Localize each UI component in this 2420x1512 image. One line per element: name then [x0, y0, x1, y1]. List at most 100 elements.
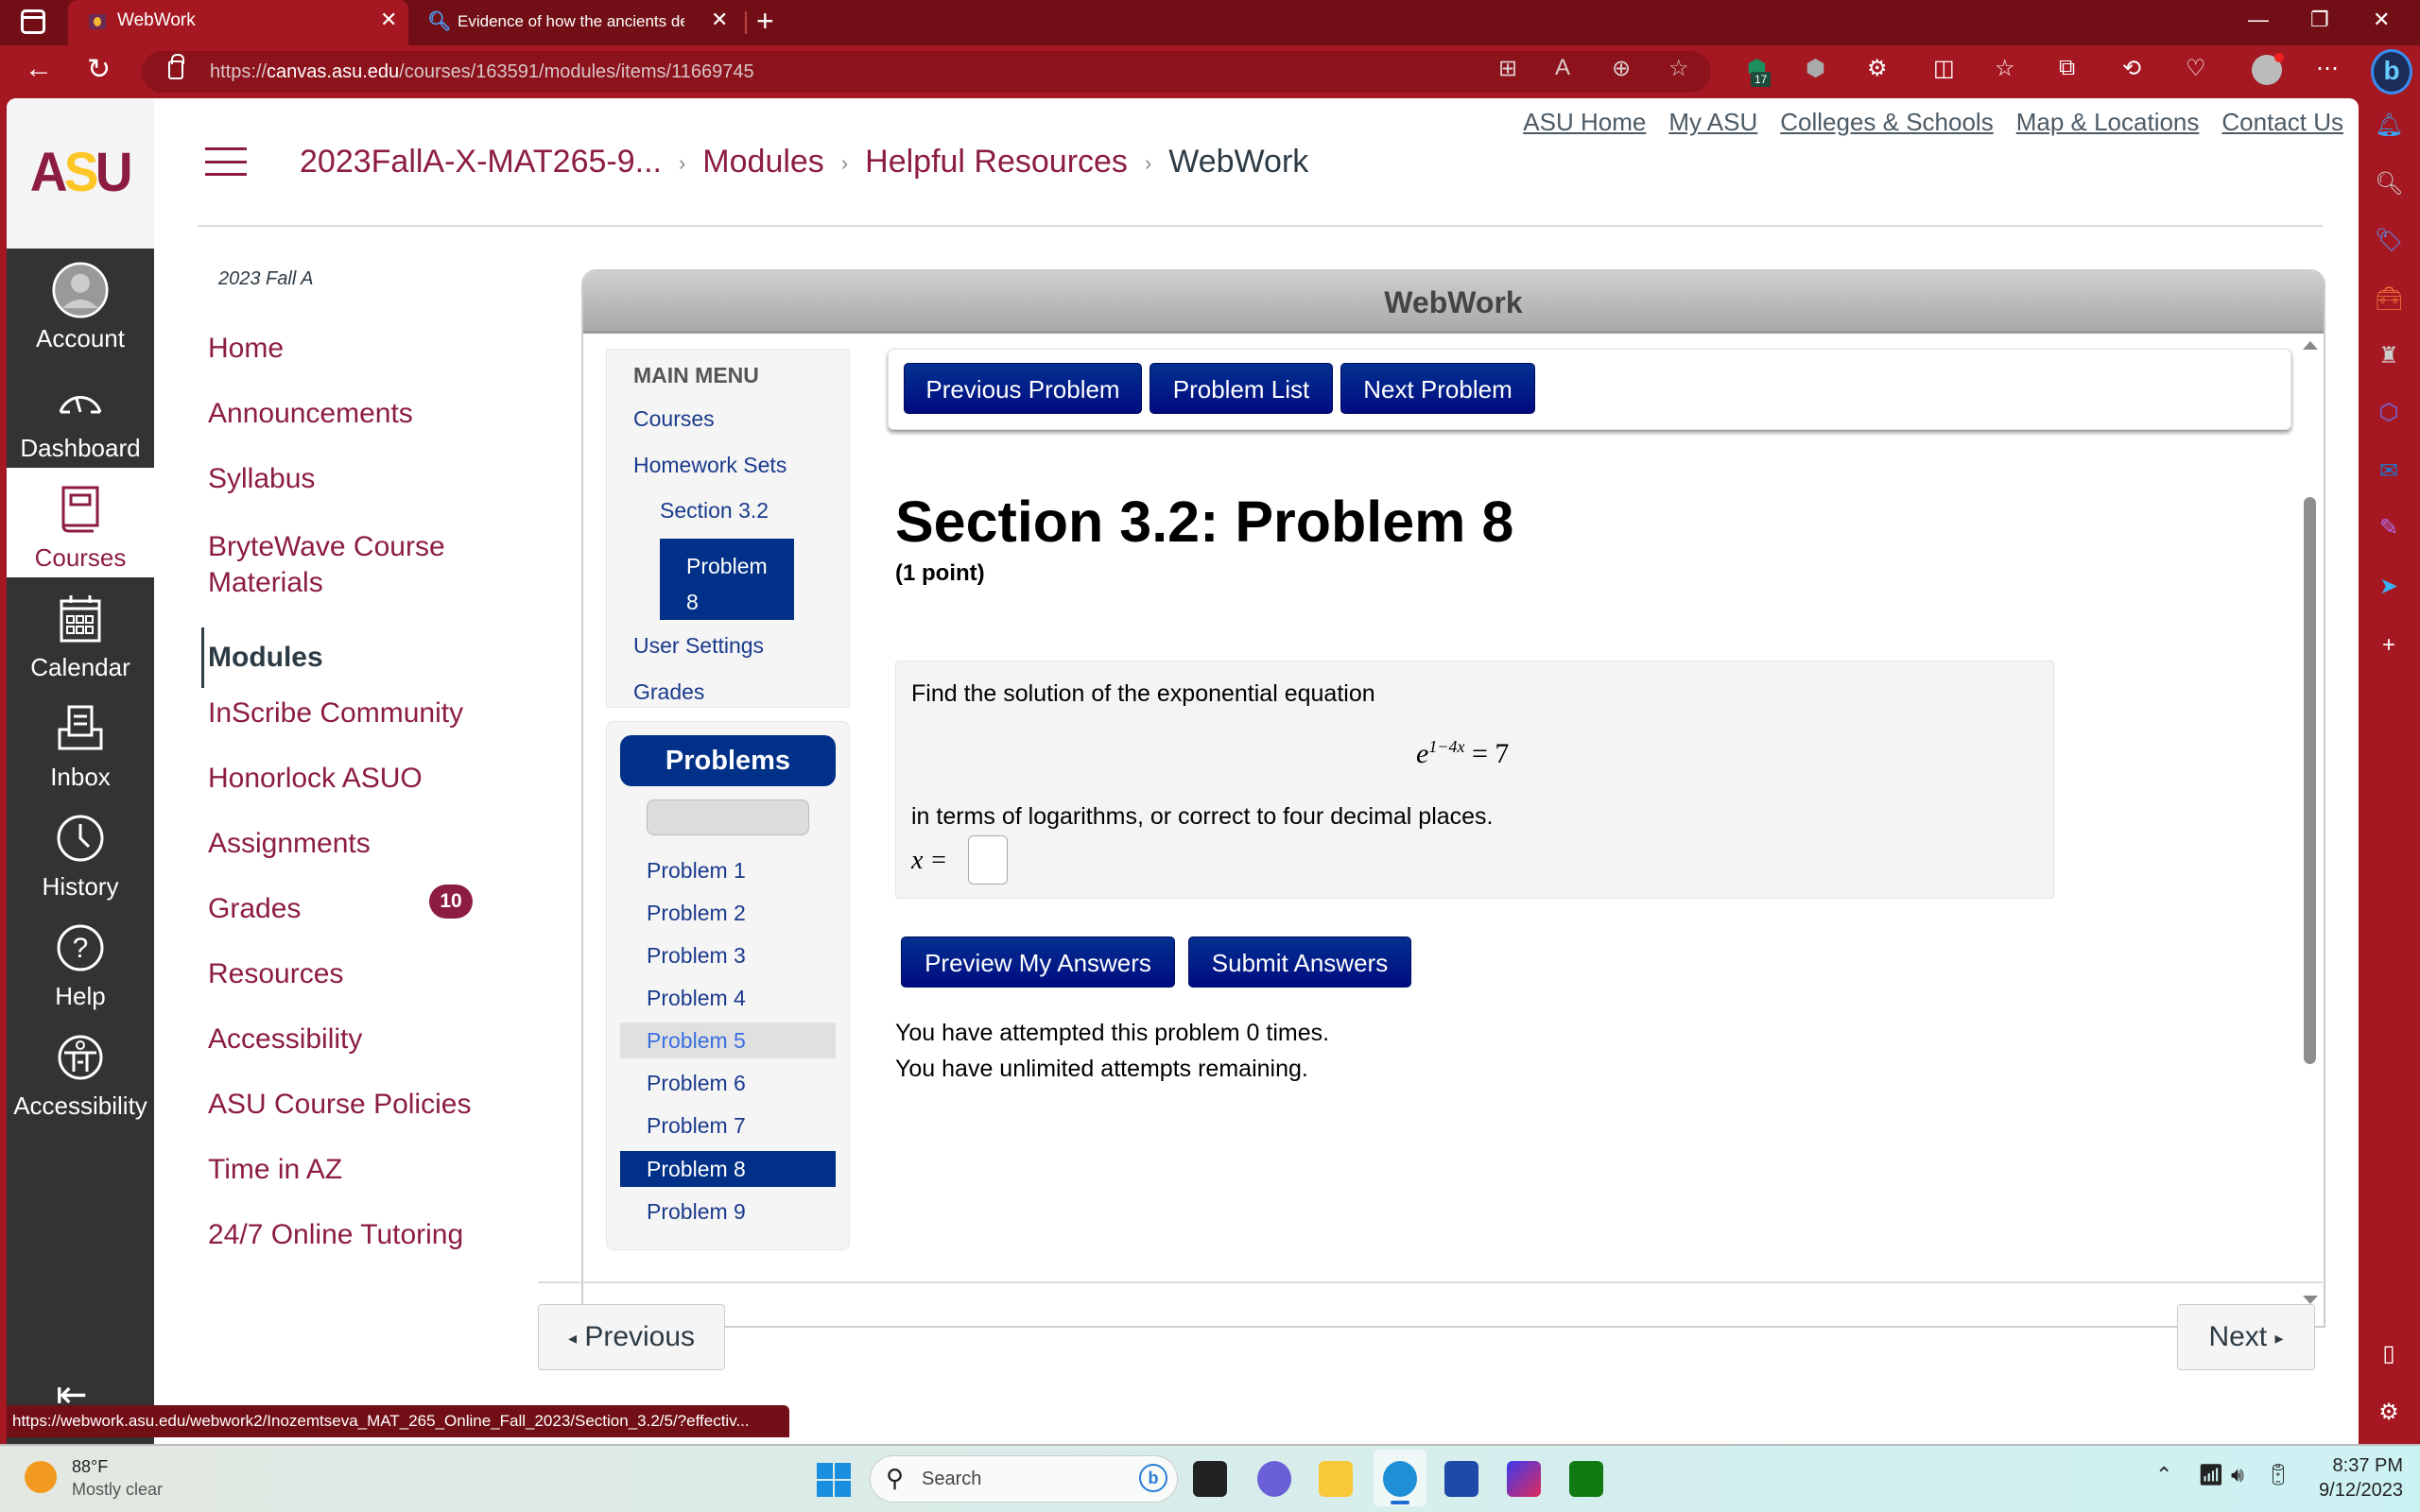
tab-actions-icon[interactable] — [21, 9, 45, 34]
course-menu-toggle-icon[interactable] — [205, 147, 247, 176]
more-options-icon[interactable]: ⋯ — [2316, 55, 2339, 82]
course-nav-course-policies[interactable]: ASU Course Policies — [208, 1089, 471, 1121]
teams-chat-icon[interactable] — [1257, 1461, 1291, 1497]
menu-current-problem[interactable]: Problem 8 — [660, 539, 794, 620]
course-nav-inscribe[interactable]: InScribe Community — [208, 697, 463, 730]
weather-condition[interactable]: Mostly clear — [72, 1480, 163, 1500]
battery-icon[interactable]: 🔋︎ — [2265, 1463, 2291, 1487]
problem-list-button[interactable]: Problem List — [1150, 363, 1333, 414]
menu-user-settings[interactable]: User Settings — [633, 633, 764, 659]
edge-icon[interactable] — [1383, 1461, 1417, 1497]
global-nav-dashboard[interactable]: Dashboard — [7, 358, 154, 468]
reload-icon[interactable]: ↻ — [87, 53, 111, 86]
volume-icon[interactable]: 🔊︎ — [2231, 1463, 2244, 1487]
xbox-icon[interactable] — [1569, 1461, 1603, 1497]
search-sidebar-icon[interactable]: 🔍︎ — [2375, 170, 2403, 198]
answer-input[interactable] — [968, 835, 1008, 885]
chevron-up-icon[interactable]: ⌃ — [2155, 1463, 2172, 1487]
notification-bell-icon[interactable]: 🔔︎ — [2375, 112, 2403, 140]
problem-list-item[interactable]: Problem 7 — [620, 1108, 836, 1143]
menu-section-3-2[interactable]: Section 3.2 — [660, 498, 769, 524]
tab-evidence[interactable]: 🔍︎ Evidence of how the ancients des ✕ — [408, 0, 749, 45]
scroll-down-icon[interactable] — [2303, 1296, 2318, 1304]
preview-answers-button[interactable]: Preview My Answers — [901, 936, 1175, 988]
history-icon[interactable]: ⟲ — [2122, 55, 2141, 82]
menu-homework-sets[interactable]: Homework Sets — [633, 453, 786, 478]
global-nav-courses[interactable]: Courses — [7, 468, 154, 577]
global-nav-calendar[interactable]: Calendar — [7, 577, 154, 687]
global-nav-accessibility[interactable]: Accessibility — [7, 1016, 154, 1125]
bing-icon[interactable]: b — [1139, 1464, 1167, 1492]
clock-date[interactable]: 9/12/2023 — [2307, 1480, 2403, 1502]
office-icon[interactable]: ⬡ — [2375, 399, 2403, 427]
breadcrumb-course[interactable]: 2023FallA-X-MAT265-9... — [300, 144, 662, 180]
file-explorer-icon[interactable] — [1319, 1461, 1353, 1497]
course-nav-assignments[interactable]: Assignments — [208, 828, 371, 860]
global-nav-history[interactable]: History — [7, 797, 154, 906]
submit-answers-button[interactable]: Submit Answers — [1188, 936, 1411, 988]
app-icon[interactable] — [1507, 1461, 1541, 1497]
course-nav-resources[interactable]: Resources — [208, 958, 343, 990]
course-nav-modules[interactable]: Modules — [201, 627, 323, 688]
next-problem-button[interactable]: Next Problem — [1340, 363, 1535, 414]
favorites-icon[interactable]: ☆ — [1995, 55, 2015, 82]
tab-webwork[interactable]: WebWork ✕ — [68, 0, 408, 45]
close-window-icon[interactable]: ✕ — [2373, 8, 2390, 32]
link-contact-us[interactable]: Contact Us — [2221, 108, 2343, 136]
app-available-icon[interactable]: ⊞ — [1498, 55, 1517, 82]
restore-icon[interactable]: ❐ — [2310, 8, 2329, 32]
games-icon[interactable]: ♜ — [2375, 342, 2403, 370]
browser-essentials-icon[interactable]: ♡ — [2186, 55, 2206, 82]
scroll-up-icon[interactable] — [2303, 341, 2318, 350]
weather-icon[interactable] — [25, 1461, 57, 1493]
global-nav-account[interactable]: Account — [7, 249, 154, 358]
add-sidebar-app-icon[interactable]: + — [2375, 631, 2403, 660]
taskbar-search[interactable]: ⚲ Search b — [870, 1455, 1178, 1503]
outlook-icon[interactable]: ✉ — [2375, 457, 2403, 486]
minimize-icon[interactable]: — — [2248, 8, 2269, 32]
scroll-thumb[interactable] — [2304, 497, 2316, 1064]
asu-logo[interactable]: ASU — [30, 141, 133, 204]
address-bar[interactable]: https://canvas.asu.edu/courses/163591/mo… — [142, 51, 1711, 93]
favorite-star-icon[interactable]: ☆ — [1668, 55, 1689, 82]
designer-icon[interactable]: ✎ — [2375, 514, 2403, 542]
problem-list-item[interactable]: Problem 6 — [620, 1065, 836, 1101]
problem-list-item[interactable]: Problem 8 — [620, 1151, 836, 1187]
link-colleges-schools[interactable]: Colleges & Schools — [1780, 108, 1993, 136]
lock-icon[interactable] — [168, 54, 184, 79]
course-nav-brytewave[interactable]: BryteWave Course Materials — [208, 529, 473, 601]
weather-temperature[interactable]: 88°F — [72, 1457, 108, 1477]
profile-avatar[interactable] — [2252, 53, 2284, 85]
clock-time[interactable]: 8:37 PM — [2316, 1455, 2403, 1477]
shopping-tag-icon[interactable]: 🏷︎ — [2375, 227, 2403, 255]
problem-list-item[interactable]: Problem 1 — [620, 852, 836, 888]
menu-courses[interactable]: Courses — [633, 406, 715, 432]
problem-list-item[interactable]: Problem 9 — [620, 1194, 836, 1229]
webwork-scrollbar[interactable] — [2299, 341, 2320, 1320]
split-screen-icon[interactable]: ◫ — [1933, 55, 1955, 82]
course-nav-accessibility[interactable]: Accessibility — [208, 1023, 362, 1056]
read-aloud-icon[interactable]: A — [1555, 55, 1570, 81]
link-my-asu[interactable]: My ASU — [1668, 108, 1757, 136]
course-nav-online-tutoring[interactable]: 24/7 Online Tutoring — [208, 1219, 463, 1251]
microsoft-store-icon[interactable] — [1444, 1461, 1478, 1497]
problem-list-item[interactable]: Problem 4 — [620, 980, 836, 1016]
problem-list-item[interactable]: Problem 2 — [620, 895, 836, 931]
password-extension-icon[interactable]: ⬢ — [1806, 55, 1825, 82]
problem-list-item[interactable]: Problem 5 — [620, 1022, 836, 1058]
breadcrumb-modules[interactable]: Modules — [702, 144, 824, 180]
global-nav-inbox[interactable]: Inbox — [7, 687, 154, 797]
breadcrumb-helpful-resources[interactable]: Helpful Resources — [865, 144, 1128, 180]
previous-problem-button[interactable]: Previous Problem — [904, 363, 1142, 414]
wifi-icon[interactable]: 📶︎ — [2198, 1463, 2224, 1487]
course-nav-grades[interactable]: Grades — [208, 893, 301, 925]
copilot-icon[interactable]: b — [2371, 49, 2412, 94]
next-module-button[interactable]: Next ▸ — [2177, 1304, 2315, 1370]
close-tab-icon[interactable]: ✕ — [711, 8, 728, 32]
tools-icon[interactable]: 🧰︎ — [2375, 285, 2403, 314]
problem-list-item[interactable]: Problem 3 — [620, 937, 836, 973]
course-nav-syllabus[interactable]: Syllabus — [208, 463, 315, 495]
global-nav-help[interactable]: ? Help — [7, 906, 154, 1016]
course-nav-time-in-az[interactable]: Time in AZ — [208, 1154, 342, 1186]
problems-filter-input[interactable] — [647, 799, 809, 835]
